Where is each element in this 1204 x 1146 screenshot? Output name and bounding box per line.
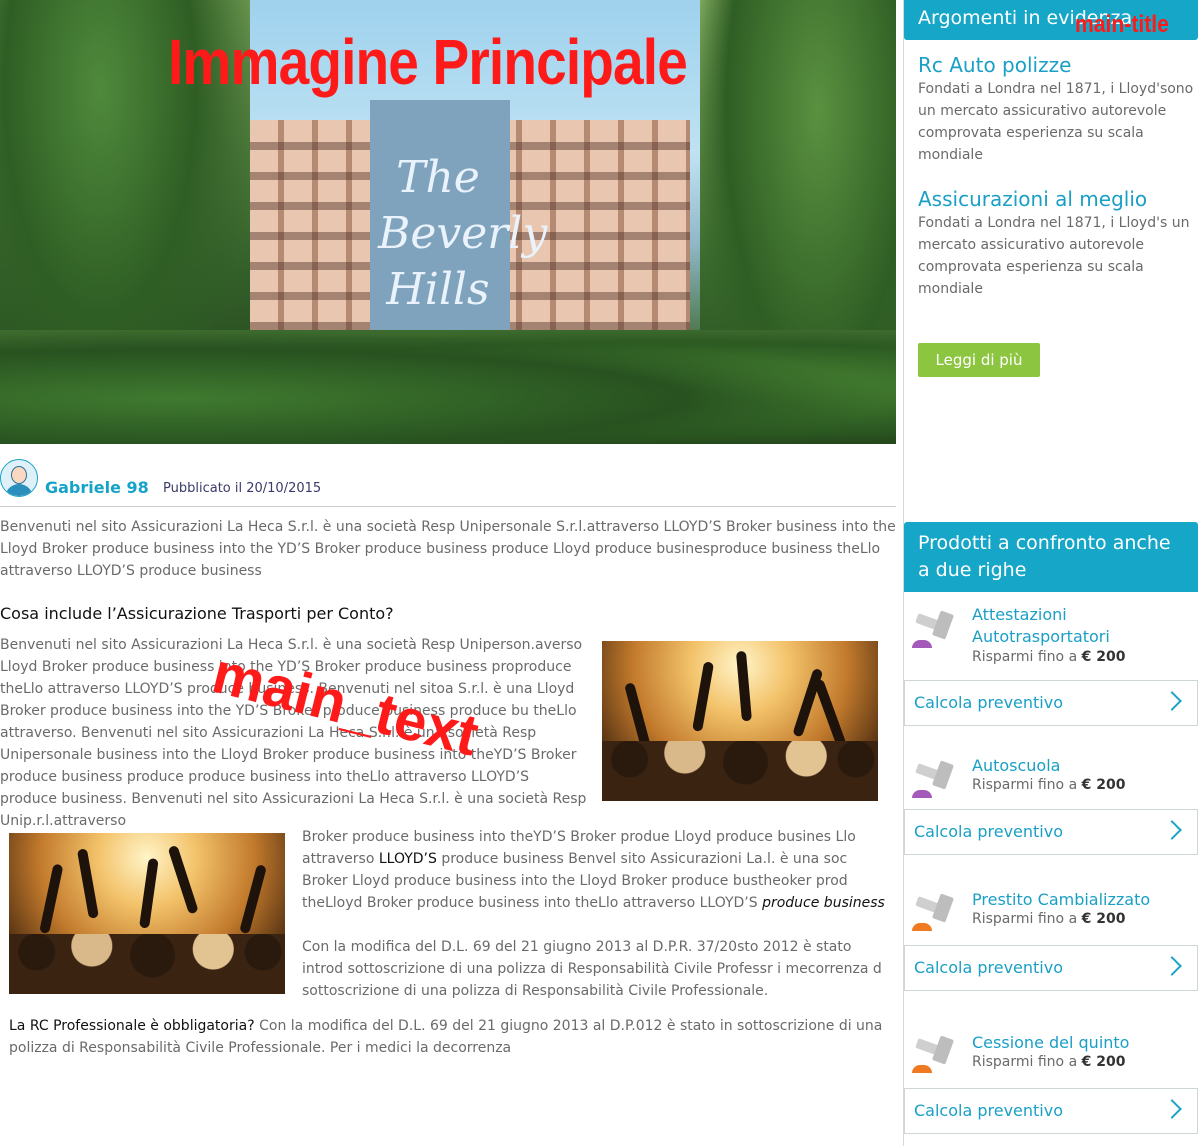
gavel-icon	[912, 760, 958, 802]
featured-title[interactable]: Assicurazioni al meglio	[918, 187, 1147, 211]
hero-overlay-label: Immagine Principale	[168, 26, 688, 98]
lloyds-link[interactable]: LLOYD’S	[379, 851, 437, 867]
product-savings: Risparmi fino a € 200	[972, 649, 1126, 665]
article-paragraph: La RC Professionale è obbligatoria? Con …	[9, 1015, 889, 1059]
product-name[interactable]: Prestito Cambializzato	[972, 889, 1192, 911]
concert-crowd-image	[9, 833, 285, 994]
calculate-quote-label: Calcola preventivo	[914, 822, 1063, 841]
avatar-icon[interactable]	[0, 459, 38, 497]
calculate-quote-button[interactable]: Calcola preventivo	[904, 809, 1198, 855]
concert-crowd-image	[602, 641, 878, 801]
product-name[interactable]: Cessione del quinto	[972, 1032, 1192, 1054]
products-heading-text: Prodotti a confronto anche a due righe	[918, 532, 1171, 581]
calculate-quote-button[interactable]: Calcola preventivo	[904, 945, 1198, 991]
featured-desc: Fondati a Londra nel 1871, i Lloyd's un …	[918, 215, 1190, 297]
featured-desc: Fondati a Londra nel 1871, i Lloyd'sono …	[918, 81, 1194, 163]
hotel-sign: The Beverly Hills	[378, 152, 548, 315]
featured-title[interactable]: Rc Auto polizze	[918, 53, 1071, 77]
product-name[interactable]: Autoscuola	[972, 755, 1192, 777]
article-intro: Benvenuti nel sito Assicurazioni La Heca…	[0, 519, 896, 579]
calculate-quote-label: Calcola preventivo	[914, 1101, 1063, 1120]
article-paragraph: Con la modifica del D.L. 69 del 21 giugn…	[302, 939, 882, 999]
section-heading: Cosa include l’Assicurazione Trasporti p…	[0, 604, 394, 623]
author-name[interactable]: Gabriele 98	[45, 478, 149, 497]
product-savings: Risparmi fino a € 200	[972, 777, 1126, 793]
gavel-icon	[912, 1035, 958, 1077]
calculate-quote-label: Calcola preventivo	[914, 693, 1063, 712]
calculate-quote-button[interactable]: Calcola preventivo	[904, 1088, 1198, 1134]
gavel-icon	[912, 893, 958, 935]
product-savings: Risparmi fino a € 200	[972, 911, 1126, 927]
chevron-right-icon	[1162, 956, 1182, 976]
hero-bushes	[0, 330, 896, 444]
rc-question-link[interactable]: La RC Professionale è obbligatoria?	[9, 1018, 255, 1034]
chevron-right-icon	[1162, 691, 1182, 711]
main-title-overlay-label: main-title	[1075, 11, 1169, 38]
calculate-quote-button[interactable]: Calcola preventivo	[904, 680, 1198, 726]
chevron-right-icon	[1162, 1099, 1182, 1119]
product-name[interactable]: Attestazioni Autotrasportatori	[972, 604, 1192, 648]
products-heading: Prodotti a confronto anche a due righe	[904, 522, 1198, 592]
publish-date: Pubblicato il 20/10/2015	[163, 481, 322, 496]
divider	[0, 506, 896, 507]
emphasis-text: produce business	[762, 895, 885, 911]
calculate-quote-label: Calcola preventivo	[914, 958, 1063, 977]
gavel-icon	[912, 610, 958, 652]
product-savings: Risparmi fino a € 200	[972, 1054, 1126, 1070]
article-paragraph: Broker produce business into theYD’S Bro…	[302, 826, 894, 914]
chevron-right-icon	[1162, 820, 1182, 840]
read-more-button[interactable]: Leggi di più	[918, 343, 1040, 377]
